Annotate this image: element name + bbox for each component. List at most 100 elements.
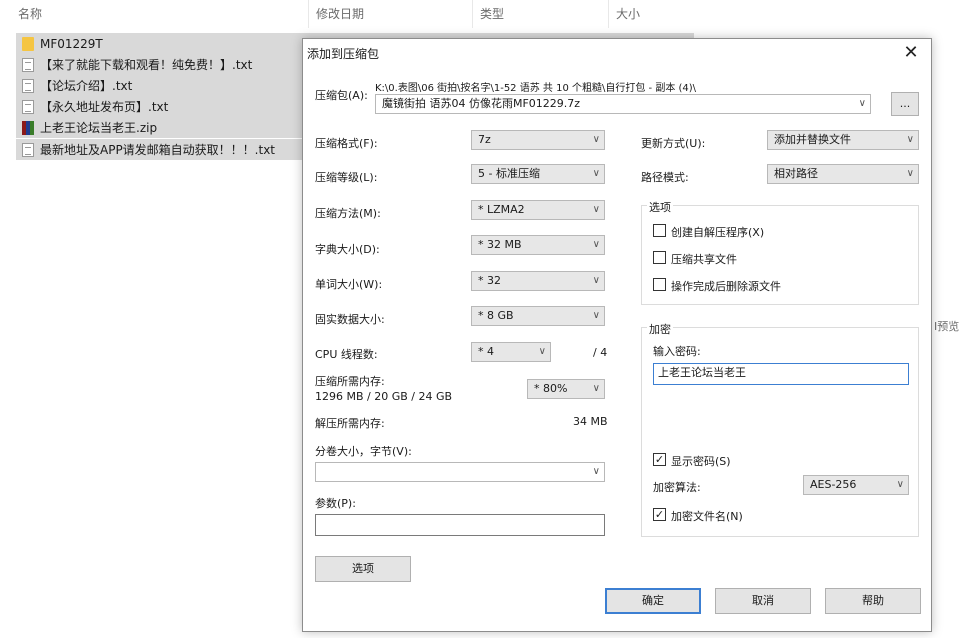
delete-after-label: 操作完成后删除源文件 <box>671 280 781 293</box>
show-password-checkbox[interactable]: ✓ <box>653 453 666 466</box>
text-file-icon <box>22 79 34 93</box>
cpu-threads-select[interactable]: * 4 ∨ <box>471 342 551 362</box>
chevron-down-icon: ∨ <box>592 204 600 215</box>
chevron-down-icon: ∨ <box>592 310 600 321</box>
shared-files-checkbox[interactable] <box>653 251 666 264</box>
chevron-down-icon: ∨ <box>906 134 914 145</box>
options-group-title: 选项 <box>647 199 673 215</box>
file-name: 【永久地址发布页】.txt <box>40 100 169 114</box>
column-header-type[interactable]: 类型 <box>480 4 504 24</box>
encryption-method-value: AES-256 <box>810 478 857 491</box>
dialog-title: 添加到压缩包 <box>307 47 380 61</box>
options-button[interactable]: 选项 <box>315 556 411 582</box>
dict-size-label: 字典大小(D): <box>315 243 380 256</box>
file-name: 最新地址及APP请发邮箱自动获取！！！.txt <box>40 143 276 157</box>
update-mode-select[interactable]: 添加并替换文件 ∨ <box>767 130 919 150</box>
sfx-label: 创建自解压程序(X) <box>671 226 765 239</box>
chevron-down-icon: ∨ <box>906 168 914 179</box>
params-input[interactable] <box>315 514 605 536</box>
column-header-name[interactable]: 名称 <box>18 4 42 24</box>
cpu-threads-total: / 4 <box>593 346 608 359</box>
update-mode-value: 添加并替换文件 <box>774 133 851 146</box>
chevron-down-icon: ∨ <box>858 98 866 109</box>
folder-icon <box>22 37 34 51</box>
text-file-icon <box>22 100 34 114</box>
chevron-down-icon: ∨ <box>592 168 600 179</box>
decompress-memory-label: 解压所需内存: <box>315 417 385 430</box>
file-name: 【论坛介绍】.txt <box>40 79 133 93</box>
format-label: 压缩格式(F): <box>315 137 378 150</box>
show-password-label: 显示密码(S) <box>671 455 731 468</box>
method-label: 压缩方法(M): <box>315 207 381 220</box>
cpu-threads-label: CPU 线程数: <box>315 348 378 361</box>
column-separator <box>472 0 473 28</box>
chevron-down-icon: ∨ <box>592 134 600 145</box>
encryption-method-label: 加密算法: <box>653 481 701 494</box>
text-file-icon <box>22 58 34 72</box>
ok-button[interactable]: 确定 <box>605 588 701 614</box>
file-name: MF01229T <box>40 36 103 51</box>
path-mode-label: 路径模式: <box>641 171 689 184</box>
memory-usage-select[interactable]: * 80% ∨ <box>527 379 605 399</box>
word-size-label: 单词大小(W): <box>315 278 383 291</box>
update-mode-label: 更新方式(U): <box>641 137 706 150</box>
dict-size-select[interactable]: * 32 MB ∨ <box>471 235 605 255</box>
compress-memory-value: 1296 MB / 20 GB / 24 GB <box>315 390 453 403</box>
chevron-down-icon: ∨ <box>538 346 546 357</box>
archive-path: K:\0.表图\06 街拍\按名字\1-52 语苏 共 10 个粗糙\自行打包 … <box>375 83 697 94</box>
chevron-down-icon: ∨ <box>592 239 600 250</box>
archive-label: 压缩包(A): <box>315 89 368 102</box>
encrypt-filenames-checkbox[interactable]: ✓ <box>653 508 666 521</box>
format-select[interactable]: 7z ∨ <box>471 130 605 150</box>
add-to-archive-dialog: 添加到压缩包 ✕ 压缩包(A): K:\0.表图\06 街拍\按名字\1-52 … <box>302 38 932 632</box>
archive-name-combo[interactable]: 魔镜街拍 语苏04 仿像花雨MF01229.7z ∨ <box>375 94 871 114</box>
cpu-threads-value: * 4 <box>478 345 494 358</box>
level-label: 压缩等级(L): <box>315 171 378 184</box>
file-name: 上老王论坛当老王.zip <box>40 121 158 135</box>
encryption-method-select[interactable]: AES-256 ∨ <box>803 475 909 495</box>
solid-size-select[interactable]: * 8 GB ∨ <box>471 306 605 326</box>
method-select[interactable]: * LZMA2 ∨ <box>471 200 605 220</box>
text-file-icon <box>22 143 34 157</box>
path-mode-value: 相对路径 <box>774 167 818 180</box>
help-button[interactable]: 帮助 <box>825 588 921 614</box>
split-size-label: 分卷大小，字节(V): <box>315 445 412 458</box>
dict-size-value: * 32 MB <box>478 238 522 251</box>
path-mode-select[interactable]: 相对路径 ∨ <box>767 164 919 184</box>
column-header-date[interactable]: 修改日期 <box>316 4 364 24</box>
browse-button[interactable]: ... <box>891 92 919 116</box>
encryption-group-title: 加密 <box>647 321 673 337</box>
chevron-down-icon: ∨ <box>592 275 600 286</box>
column-header-size[interactable]: 大小 <box>616 4 640 24</box>
split-size-combo[interactable]: ∨ <box>315 462 605 482</box>
file-name: 【来了就能下载和观看！纯免费！】.txt <box>40 58 253 72</box>
chevron-down-icon: ∨ <box>592 466 600 477</box>
solid-size-label: 固实数据大小: <box>315 313 385 326</box>
compress-memory-label: 压缩所需内存: <box>315 375 385 388</box>
chevron-down-icon: ∨ <box>592 383 600 394</box>
close-icon[interactable]: ✕ <box>899 41 923 65</box>
zip-file-icon <box>22 121 34 135</box>
word-size-value: * 32 <box>478 274 501 287</box>
decompress-memory-value: 34 MB <box>573 415 608 428</box>
cancel-button[interactable]: 取消 <box>715 588 811 614</box>
archive-name-value: 魔镜街拍 语苏04 仿像花雨MF01229.7z <box>382 97 581 110</box>
params-label: 参数(P): <box>315 497 356 510</box>
word-size-select[interactable]: * 32 ∨ <box>471 271 605 291</box>
delete-after-checkbox[interactable] <box>653 278 666 291</box>
encrypt-filenames-label: 加密文件名(N) <box>671 510 743 523</box>
column-separator <box>308 0 309 28</box>
solid-size-value: * 8 GB <box>478 309 514 322</box>
method-value: * LZMA2 <box>478 203 525 216</box>
memory-usage-value: * 80% <box>534 382 568 395</box>
chevron-down-icon: ∨ <box>896 479 904 490</box>
password-label: 输入密码: <box>653 345 701 358</box>
password-input[interactable]: 上老王论坛当老王 <box>653 363 909 385</box>
level-select[interactable]: 5 - 标准压缩 ∨ <box>471 164 605 184</box>
column-separator <box>608 0 609 28</box>
format-value: 7z <box>478 133 491 146</box>
level-value: 5 - 标准压缩 <box>478 167 540 180</box>
preview-label: I预览 <box>934 320 960 333</box>
sfx-checkbox[interactable] <box>653 224 666 237</box>
shared-files-label: 压缩共享文件 <box>671 253 737 266</box>
